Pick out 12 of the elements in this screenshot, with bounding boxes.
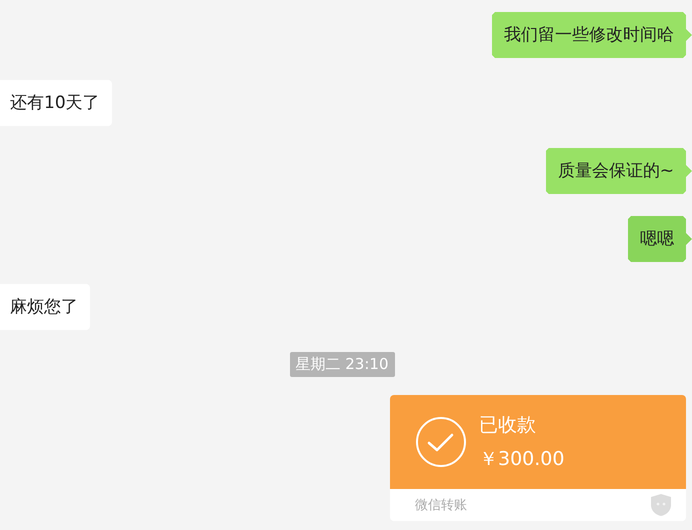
transfer-status: 已收款: [479, 413, 537, 438]
message-bubble: 质量会保证的~: [546, 148, 692, 194]
check-circle-icon: [415, 416, 467, 468]
message-bubble: 麻烦您了: [0, 284, 90, 330]
transfer-label: 微信转账: [415, 497, 467, 514]
message-bubble: 还有10天了: [0, 80, 112, 126]
transfer-amount: ￥300.00: [479, 447, 564, 472]
message-bubble: 我们留一些修改时间哈: [492, 12, 692, 58]
message-bubble: 嗯嗯: [628, 216, 692, 262]
timestamp: 星期二 23:10: [290, 352, 394, 377]
transfer-card[interactable]: 已收款 ￥300.00 微信转账: [390, 395, 686, 521]
shield-icon: [650, 493, 672, 517]
